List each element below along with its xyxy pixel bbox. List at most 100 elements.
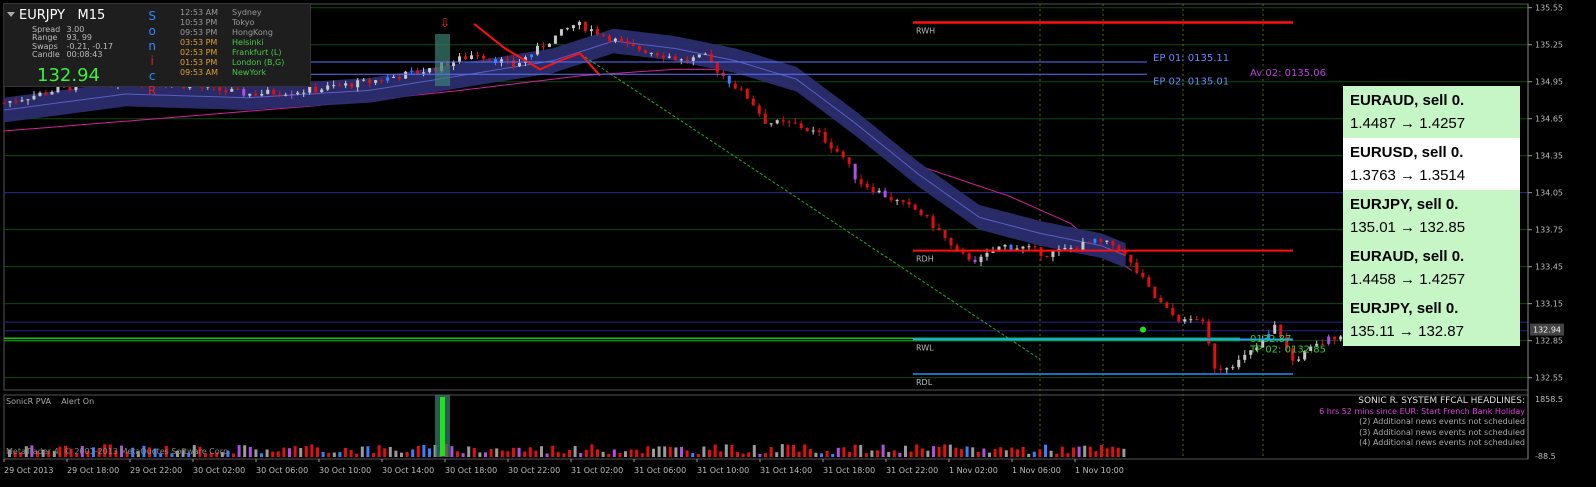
candle-body [392, 76, 396, 78]
volume-bar [820, 453, 823, 457]
volume-bar [696, 453, 700, 457]
candle-body [613, 38, 617, 42]
volume-bar [831, 453, 835, 457]
volume-bar [1066, 453, 1070, 457]
candle-body [1159, 297, 1163, 303]
candle-body [1033, 246, 1037, 248]
candle-body [1225, 368, 1229, 370]
volume-bar [596, 449, 599, 457]
x-tick-label: 31 Oct 22:00 [886, 466, 938, 475]
candle-body [607, 35, 611, 42]
volume-bar [752, 445, 756, 457]
candle-body [452, 62, 456, 67]
volume-bar [528, 447, 532, 457]
indicator-label: SonicR PVA Alert On [6, 397, 95, 406]
volume-bar [534, 450, 538, 457]
candle-body [1135, 262, 1139, 273]
volume-bar [495, 448, 499, 457]
candle-body [565, 28, 569, 30]
rdl-label: RDL [916, 378, 933, 387]
volume-bar [719, 451, 723, 457]
volume-bar [428, 448, 431, 457]
candle-body [32, 95, 36, 100]
volume-bar [349, 449, 353, 457]
candle-body [470, 55, 474, 59]
candle-body [8, 101, 12, 103]
volume-bar [422, 445, 426, 457]
signal-item[interactable]: EURAUD, sell 0. 1.4458 → 1.4257 [1343, 242, 1520, 294]
candle-body [601, 34, 605, 36]
signal-item[interactable]: EURJPY, sell 0. 135.11 → 132.87 [1343, 294, 1520, 346]
signal-item[interactable]: EURAUD, sell 0. 1.4487 → 1.4257 [1343, 86, 1520, 138]
volume-bar [416, 445, 420, 457]
candle-body [685, 59, 689, 61]
volume-bar [237, 445, 241, 457]
x-tick-label: 30 Oct 06:00 [256, 466, 308, 475]
candle-body [949, 237, 953, 246]
volume-bar [775, 452, 779, 457]
candle-body [817, 130, 821, 133]
candle-body [1069, 247, 1073, 249]
volume-bar [786, 444, 790, 457]
volume-bar [668, 446, 672, 457]
volume-scale-top: 1858.5 [1535, 395, 1563, 404]
candle-body [1219, 368, 1223, 370]
chevron-down-icon[interactable] [7, 12, 15, 17]
y-tick-label: 132.55 [1535, 374, 1563, 383]
volume-bar [1122, 448, 1126, 457]
volume-bar [976, 451, 980, 457]
volume-bar [624, 451, 627, 457]
volume-bar [864, 453, 868, 457]
candle-body [1021, 246, 1025, 249]
candle-body [805, 128, 809, 132]
volume-bar [674, 447, 678, 457]
candle-body [242, 88, 246, 96]
volume-bar [472, 447, 476, 457]
candle-body [1189, 319, 1193, 321]
volume-bar [618, 452, 622, 457]
volume-bar [803, 444, 807, 457]
y-tick-label: 133.75 [1535, 226, 1563, 235]
volume-bar [713, 444, 717, 457]
candle-body [703, 53, 707, 55]
candle-body [691, 57, 695, 61]
y-tick-label: 134.95 [1535, 78, 1563, 87]
candle-body [398, 76, 402, 79]
candle-body [1339, 336, 1343, 340]
x-tick-label: 31 Oct 02:00 [571, 466, 623, 475]
signal-item[interactable]: EURUSD, sell 0. 1.3763 → 1.3514 [1343, 138, 1520, 190]
volume-bar [260, 453, 263, 457]
candle-body [1165, 302, 1169, 308]
candle-body [1087, 241, 1091, 243]
candle-body [829, 142, 833, 149]
volume-bar [450, 446, 454, 457]
volume-bar [394, 450, 398, 457]
volume-bar [758, 453, 762, 457]
candle-body [284, 94, 288, 96]
candle-body [302, 92, 306, 94]
candle-body [38, 92, 42, 96]
signal-item[interactable]: EURJPY, sell 0. 135.01 → 132.85 [1343, 190, 1520, 242]
candle-body [625, 41, 629, 44]
volume-bar [853, 444, 857, 457]
candle-body [50, 92, 54, 95]
candle-body [595, 29, 599, 35]
candle-body [344, 83, 348, 86]
candle-body [781, 120, 785, 122]
volume-bar [842, 447, 846, 457]
candle-body [547, 43, 551, 47]
candle-body [230, 88, 234, 92]
volume-bar [304, 446, 308, 457]
candle-body [1333, 336, 1337, 340]
session-row: 02:53 PM Frankfurt (L) [180, 48, 282, 57]
candle-body [847, 157, 851, 164]
volume-bar [506, 451, 510, 457]
candle-body [775, 120, 779, 124]
candle-body [1147, 277, 1151, 287]
volume-bar [540, 446, 543, 457]
candle-body [224, 90, 228, 92]
symbol-title: EURJPY M15 [19, 8, 106, 23]
volume-bar [1088, 446, 1092, 457]
session-row: 03:53 PM Helsinki [180, 38, 264, 47]
candle-body [535, 45, 539, 55]
